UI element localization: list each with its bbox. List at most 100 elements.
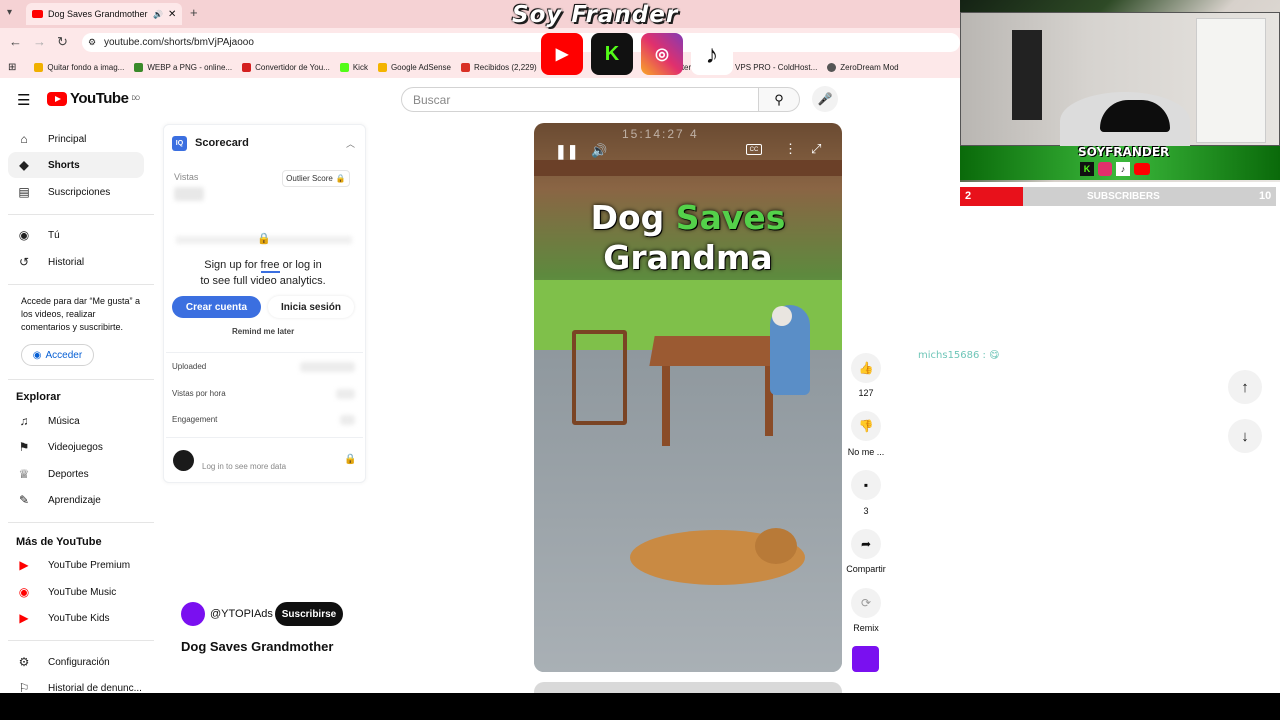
browser-tab[interactable]: Dog Saves Grandmother - Y 🔊 ✕ xyxy=(26,3,182,25)
url-bar[interactable]: ⚙ youtube.com/shorts/bmVjPAjaooo xyxy=(82,33,960,52)
tab-title: Dog Saves Grandmother - Y xyxy=(48,9,148,19)
channel-avatar[interactable] xyxy=(181,602,205,626)
bookmark-item[interactable]: Recibidos (2,229) xyxy=(451,62,537,72)
subscribe-button[interactable]: Suscribirse xyxy=(275,602,343,626)
gaming-icon: ⚑ xyxy=(18,440,30,454)
sidebar-item-musica[interactable]: ♫ Música xyxy=(8,408,144,434)
bookmark-item[interactable]: Google AdSense xyxy=(368,62,451,72)
previous-short-button[interactable]: ↑ xyxy=(1228,370,1262,404)
sidebar-item-kids[interactable]: ▶ YouTube Kids xyxy=(8,605,144,631)
video-timestamp: 15:14:27 4 xyxy=(622,127,699,141)
new-tab-button[interactable]: + xyxy=(190,5,198,20)
shorts-icon: ◆ xyxy=(19,158,29,172)
thumbs-down-icon: 👎 xyxy=(858,419,874,433)
tab-close-icon[interactable]: ✕ xyxy=(168,9,176,20)
scorecard-signup-text: Sign up for free or log in to see full v… xyxy=(200,259,326,287)
sidebar-item-principal[interactable]: ⌂ Principal xyxy=(8,126,144,152)
chevron-up-icon[interactable]: ︿ xyxy=(346,137,355,150)
remind-later-link[interactable]: Remind me later xyxy=(232,327,294,336)
volume-icon[interactable]: 🔊 xyxy=(591,143,607,159)
captions-icon[interactable]: CC xyxy=(746,144,762,155)
speaker-icon: 🔊 xyxy=(153,9,163,19)
search-button[interactable]: ⚲ xyxy=(758,87,800,112)
mic-icon: 🎤 xyxy=(817,92,833,106)
chat-message: michs15686 : 😋 xyxy=(918,350,1000,361)
sidebar-item-tu[interactable]: ◉ Tú xyxy=(8,222,144,248)
youtube-logo-text: YouTube xyxy=(70,90,129,107)
remix-icon: ⟳ xyxy=(860,596,872,610)
bookmark-item[interactable]: Convertidor de You... xyxy=(232,62,330,72)
more-options-icon[interactable]: ⋮ xyxy=(784,141,797,157)
fullscreen-icon[interactable]: ⤢ xyxy=(811,141,821,157)
share-button[interactable]: ➦ xyxy=(851,529,881,559)
search-input[interactable]: Buscar xyxy=(401,87,759,112)
sidebar-divider xyxy=(8,522,154,523)
history-icon: ↺ xyxy=(18,255,30,269)
scorecard-title: Scorecard xyxy=(195,137,249,149)
sidebar-item-shorts[interactable]: ◆ Shorts xyxy=(8,152,144,178)
scorecard-row-label: Uploaded xyxy=(172,362,207,371)
video-title[interactable]: Dog Saves Grandmother xyxy=(181,639,333,654)
back-icon[interactable]: ← xyxy=(9,34,22,49)
webcam-name: SOYFRANDER xyxy=(1078,145,1170,159)
scorecard-row-value-blurred xyxy=(336,389,355,399)
trophy-icon: ♕ xyxy=(18,467,30,481)
comments-button[interactable]: ▪ xyxy=(851,470,881,500)
video-table xyxy=(649,336,785,366)
reload-icon[interactable]: ↻ xyxy=(57,34,68,50)
sidebar-item-suscripciones[interactable]: ▤ Suscripciones xyxy=(8,179,144,205)
learning-icon: ✎ xyxy=(18,493,30,507)
youtube-logo-icon xyxy=(47,91,67,106)
emoji-icon: 😋 xyxy=(989,350,1000,361)
bookmark-item[interactable]: WEBP a PNG - online... xyxy=(124,62,232,72)
bookmark-item[interactable]: Kick xyxy=(330,62,368,72)
bookmark-item[interactable]: ZeroDream Mod xyxy=(817,62,899,72)
outlier-score-button[interactable]: Outlier Score 🔒 xyxy=(282,170,350,187)
subscriber-count: 2 xyxy=(965,190,972,202)
youtube-logo[interactable]: YouTube DO xyxy=(47,90,140,107)
create-account-button[interactable]: Crear cuenta xyxy=(172,296,261,318)
video-chair xyxy=(572,330,627,425)
stream-brand-title: Soy Frander xyxy=(512,2,679,28)
audio-thumbnail[interactable] xyxy=(852,646,879,672)
scorecard-row-value-blurred xyxy=(340,415,355,425)
signin-button[interactable]: ◉ Acceder xyxy=(21,344,94,366)
sidebar-item-settings[interactable]: ⚙ Configuración xyxy=(8,649,144,675)
youtube-icon xyxy=(1134,163,1150,175)
sidebar-item-videojuegos[interactable]: ⚑ Videojuegos xyxy=(8,434,144,460)
sidebar-item-deportes[interactable]: ♕ Deportes xyxy=(8,461,144,487)
channel-name[interactable]: @YTOPIAds xyxy=(210,608,273,620)
like-button[interactable]: 👍 xyxy=(851,353,881,383)
subscriptions-icon: ▤ xyxy=(18,185,30,199)
webcam-door xyxy=(1196,18,1266,143)
free-link[interactable]: free xyxy=(260,259,280,273)
lock-icon: 🔒 xyxy=(335,174,346,183)
tab-list-icon[interactable]: ▾ xyxy=(7,7,12,18)
sidebar-item-music[interactable]: ◉ YouTube Music xyxy=(8,579,144,605)
kick-icon: K xyxy=(1080,162,1094,176)
remix-button[interactable]: ⟳ xyxy=(851,588,881,618)
sidebar-item-historial[interactable]: ↺ Historial xyxy=(8,249,144,275)
next-short-button[interactable]: ↓ xyxy=(1228,419,1262,453)
more-youtube-heading: Más de YouTube xyxy=(16,536,102,548)
site-info-icon[interactable]: ⚙ xyxy=(88,37,96,48)
pause-icon[interactable]: ❚❚ xyxy=(555,143,578,160)
scorecard-row-label: Vistas por hora xyxy=(172,389,226,398)
apps-icon[interactable]: ⊞ xyxy=(0,62,16,73)
voice-search-button[interactable]: 🎤 xyxy=(812,86,838,112)
instagram-icon: ◎ xyxy=(641,33,683,75)
home-icon: ⌂ xyxy=(20,132,28,146)
menu-icon[interactable]: ☰ xyxy=(17,91,30,109)
sidebar-item-aprendizaje[interactable]: ✎ Aprendizaje xyxy=(8,487,144,513)
login-button[interactable]: Inicia sesión xyxy=(268,296,354,318)
video-dog-head xyxy=(755,528,797,564)
sidebar-item-premium[interactable]: ▶ YouTube Premium xyxy=(8,552,144,578)
dislike-button[interactable]: 👎 xyxy=(851,411,881,441)
scorecard-more-data[interactable]: Log in to see more data xyxy=(202,462,286,471)
forward-icon[interactable]: → xyxy=(33,34,46,49)
share-label: Compartir xyxy=(846,564,886,574)
webcam-shelf xyxy=(1012,30,1042,120)
bookmark-item[interactable]: Quitar fondo a imag... xyxy=(16,62,124,72)
scorecard-views-label: Vistas xyxy=(174,172,199,182)
video-caption-overlay: Dog Saves Grandma xyxy=(590,198,786,277)
